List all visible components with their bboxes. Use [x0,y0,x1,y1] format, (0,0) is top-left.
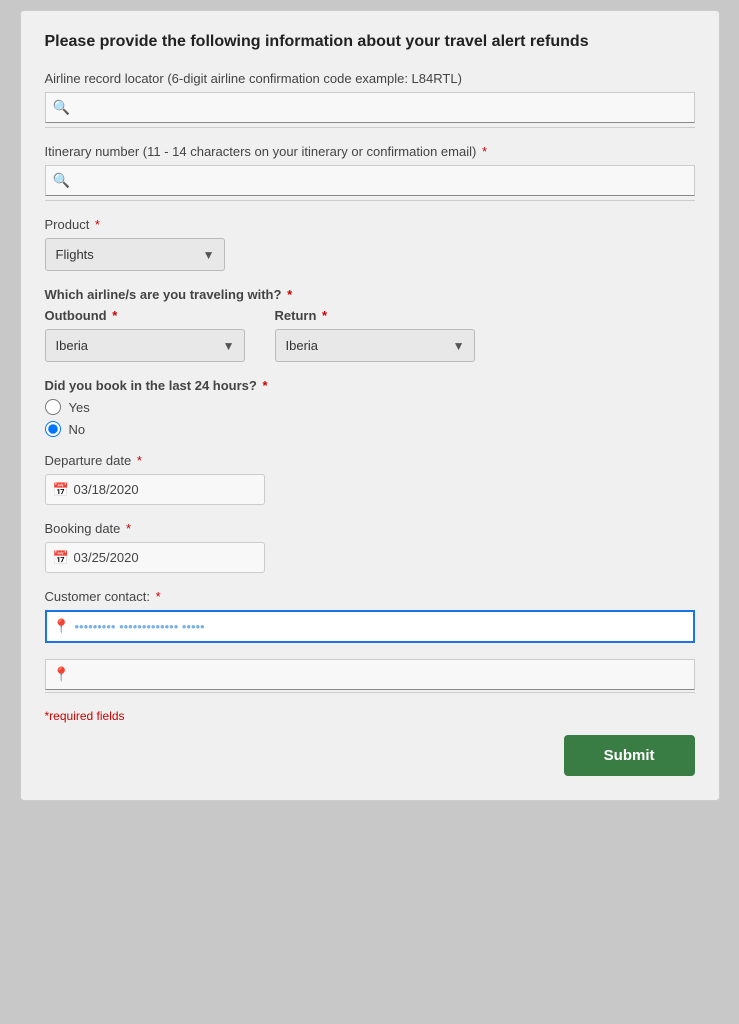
outbound-col: Outbound * Iberia American Airlines Delt… [45,308,245,362]
airline-row: Outbound * Iberia American Airlines Delt… [45,308,695,362]
customer-contact-2-group: 📍 [45,659,695,693]
departure-date-group: Departure date * 📅 [45,453,695,505]
return-select-wrapper: Iberia American Airlines Delta United Ot… [275,329,475,362]
departure-date-label: Departure date * [45,453,695,468]
required-note: *required fields [45,709,695,723]
booked-24-radio-group: Yes No [45,399,695,437]
booked-24-yes-label: Yes [69,400,90,415]
departure-date-input[interactable] [45,474,265,505]
booked-24-label: Did you book in the last 24 hours? * [45,378,695,393]
booked-24-yes-option[interactable]: Yes [45,399,695,415]
product-select-wrapper: Flights Hotels Cars Vacation Packages ▼ [45,238,225,271]
booked-24-no-label: No [69,422,86,437]
airline-record-locator-wrapper: 🔍 [45,92,695,123]
outbound-label: Outbound * [45,308,245,323]
divider-3 [45,692,695,693]
divider-1 [45,127,695,128]
airline-question-label: Which airline/s are you traveling with? … [45,287,695,302]
itinerary-number-label: Itinerary number (11 - 14 characters on … [45,144,695,159]
product-label: Product * [45,217,695,232]
customer-contact-1-wrapper: 📍 [45,610,695,643]
return-select[interactable]: Iberia American Airlines Delta United Ot… [275,329,475,362]
outbound-select[interactable]: Iberia American Airlines Delta United Ot… [45,329,245,362]
form-container: Please provide the following information… [20,10,720,801]
booking-date-input[interactable] [45,542,265,573]
itinerary-number-input[interactable] [45,165,695,196]
submit-button[interactable]: Submit [564,735,695,776]
customer-contact-2-input[interactable] [45,659,695,690]
customer-contact-label: Customer contact: * [45,589,695,604]
airline-record-locator-group: Airline record locator (6-digit airline … [45,71,695,128]
form-title: Please provide the following information… [45,31,695,53]
customer-contact-group: Customer contact: * 📍 [45,589,695,643]
airline-record-locator-label: Airline record locator (6-digit airline … [45,71,695,86]
submit-row: Submit [45,735,695,776]
booked-24-group: Did you book in the last 24 hours? * Yes… [45,378,695,437]
product-group: Product * Flights Hotels Cars Vacation P… [45,217,695,271]
booking-date-group: Booking date * 📅 [45,521,695,573]
return-col: Return * Iberia American Airlines Delta … [275,308,475,362]
booked-24-no-option[interactable]: No [45,421,695,437]
itinerary-number-group: Itinerary number (11 - 14 characters on … [45,144,695,201]
product-select[interactable]: Flights Hotels Cars Vacation Packages [45,238,225,271]
departure-date-wrapper: 📅 [45,474,695,505]
return-label: Return * [275,308,475,323]
airline-question-group: Which airline/s are you traveling with? … [45,287,695,362]
outbound-select-wrapper: Iberia American Airlines Delta United Ot… [45,329,245,362]
divider-2 [45,200,695,201]
booked-24-yes-radio[interactable] [45,399,61,415]
itinerary-number-wrapper: 🔍 [45,165,695,196]
booking-date-wrapper: 📅 [45,542,695,573]
customer-contact-2-wrapper: 📍 [45,659,695,690]
booking-date-label: Booking date * [45,521,695,536]
booked-24-no-radio[interactable] [45,421,61,437]
customer-contact-1-input[interactable] [45,610,695,643]
airline-record-locator-input[interactable] [45,92,695,123]
